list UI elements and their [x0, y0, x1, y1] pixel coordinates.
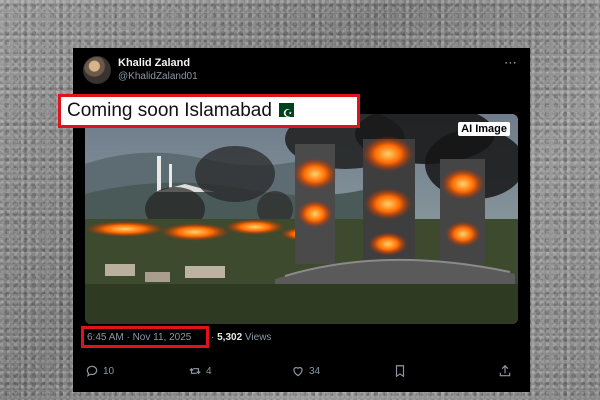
- pakistan-flag-icon: [273, 100, 294, 125]
- heart-icon: [293, 367, 303, 377]
- views-label: Views: [242, 332, 272, 343]
- share-button[interactable]: [498, 364, 512, 378]
- avatar[interactable]: [83, 56, 111, 84]
- views-number: 5,302: [217, 332, 243, 343]
- bookmark-icon: [395, 365, 405, 378]
- more-options-icon[interactable]: ⋯: [504, 55, 518, 71]
- reply-count: 10: [103, 365, 115, 377]
- author-handle[interactable]: @KhalidZaland01: [118, 71, 198, 82]
- repost-button[interactable]: 4: [188, 364, 212, 378]
- tweet-text-highlight: Coming soon Islamabad: [58, 94, 360, 128]
- bookmark-button[interactable]: [393, 364, 407, 378]
- post-image[interactable]: AI Image: [85, 114, 518, 324]
- ai-image-badge: AI Image: [458, 122, 510, 136]
- timestamp[interactable]: 6:45 AM · Nov 11, 2025: [81, 326, 209, 348]
- reply-icon: [86, 365, 98, 377]
- repost-count: 4: [206, 365, 212, 377]
- share-icon: [499, 364, 511, 377]
- like-button[interactable]: 34: [291, 364, 320, 378]
- tweet-text: Coming soon Islamabad: [67, 100, 272, 121]
- like-count: 34: [309, 365, 321, 377]
- views-count: · 5,302 Views: [211, 329, 271, 347]
- post-meta: 6:45 AM · Nov 11, 2025 · 5,302 Views: [77, 326, 527, 350]
- action-bar: 10 4 34: [73, 364, 530, 384]
- burning-city-image: [85, 114, 518, 324]
- author-name[interactable]: Khalid Zaland: [118, 57, 190, 69]
- repost-icon: [189, 367, 201, 375]
- reply-button[interactable]: 10: [85, 364, 114, 378]
